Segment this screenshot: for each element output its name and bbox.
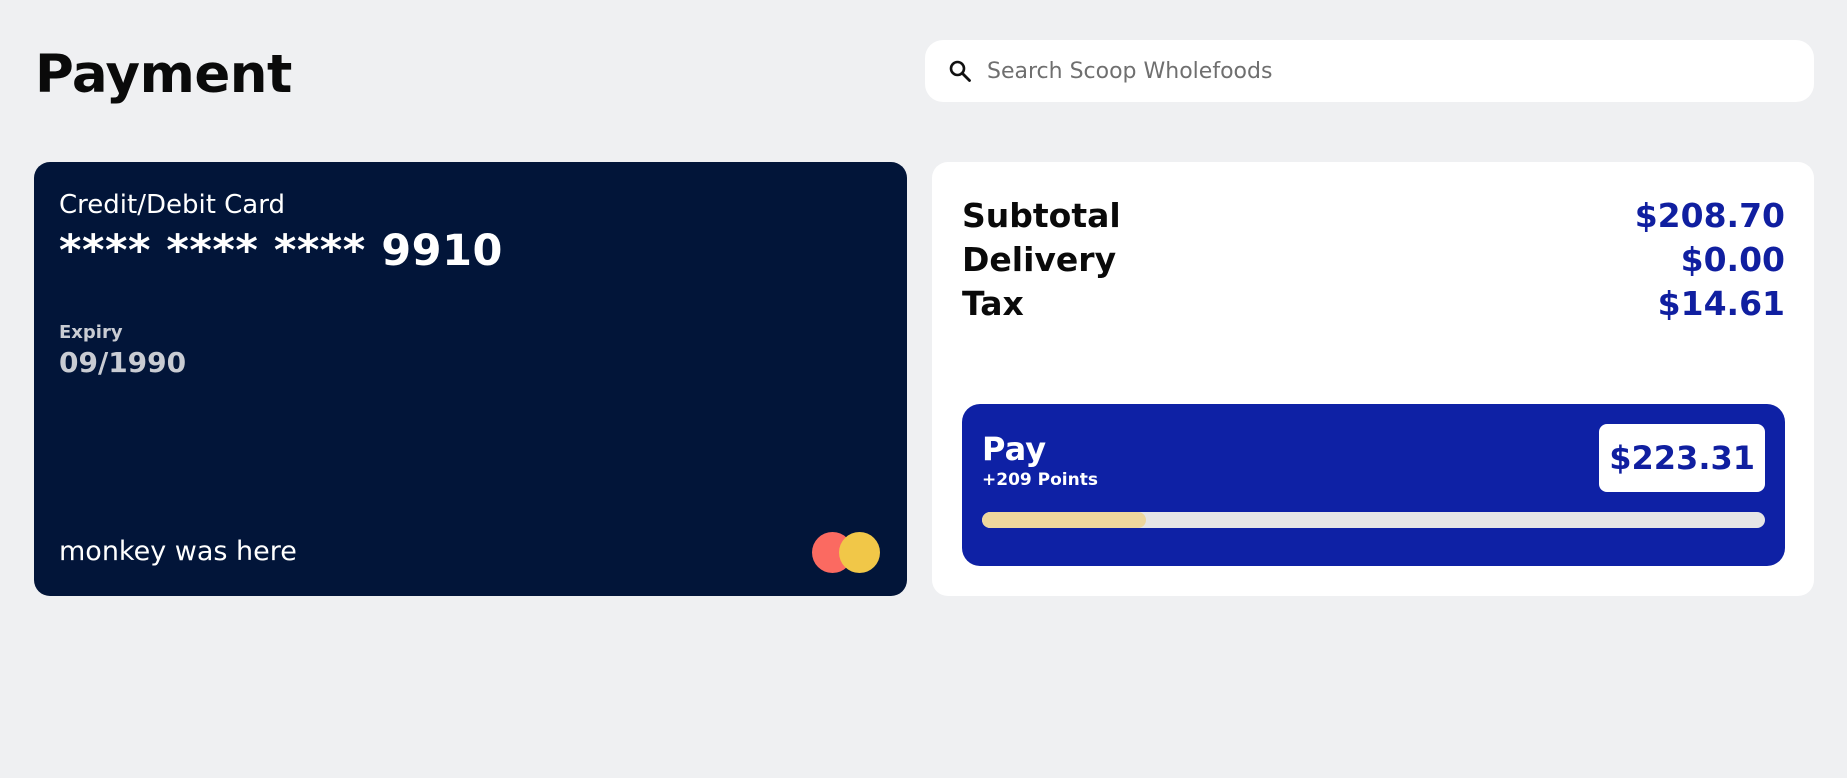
- tax-value: $14.61: [1657, 284, 1785, 323]
- expiry-label: Expiry: [59, 322, 123, 343]
- card-network-logo-icon: [812, 530, 884, 574]
- delivery-row: Delivery $0.00: [962, 240, 1785, 279]
- search-icon[interactable]: [947, 58, 973, 84]
- delivery-label: Delivery: [962, 240, 1117, 279]
- points-progress-bar: [982, 512, 1765, 528]
- delivery-value: $0.00: [1680, 240, 1785, 279]
- payment-page: Payment Credit/Debit Card **** **** ****…: [0, 0, 1847, 778]
- tax-row: Tax $14.61: [962, 284, 1785, 323]
- card-holder-name: monkey was here: [59, 536, 297, 567]
- pay-total-badge: $223.31: [1599, 424, 1765, 492]
- subtotal-row: Subtotal $208.70: [962, 196, 1785, 235]
- logo-right-circle: [839, 532, 880, 573]
- points-progress-fill: [982, 512, 1147, 528]
- expiry-value: 09/1990: [59, 346, 187, 379]
- subtotal-value: $208.70: [1634, 196, 1785, 235]
- pay-button[interactable]: Pay +209 Points $223.31: [962, 404, 1785, 566]
- payment-card[interactable]: Credit/Debit Card **** **** **** 9910 Ex…: [34, 162, 907, 596]
- pay-label: Pay: [982, 430, 1047, 468]
- order-summary: Subtotal $208.70 Delivery $0.00 Tax $14.…: [932, 162, 1814, 596]
- card-type-label: Credit/Debit Card: [59, 190, 285, 220]
- page-title: Payment: [35, 44, 292, 105]
- search-input[interactable]: [987, 58, 1787, 84]
- card-number: **** **** **** 9910: [59, 226, 503, 276]
- tax-label: Tax: [962, 284, 1024, 323]
- subtotal-label: Subtotal: [962, 196, 1121, 235]
- reward-points: +209 Points: [982, 470, 1098, 490]
- search-bar[interactable]: [925, 40, 1814, 102]
